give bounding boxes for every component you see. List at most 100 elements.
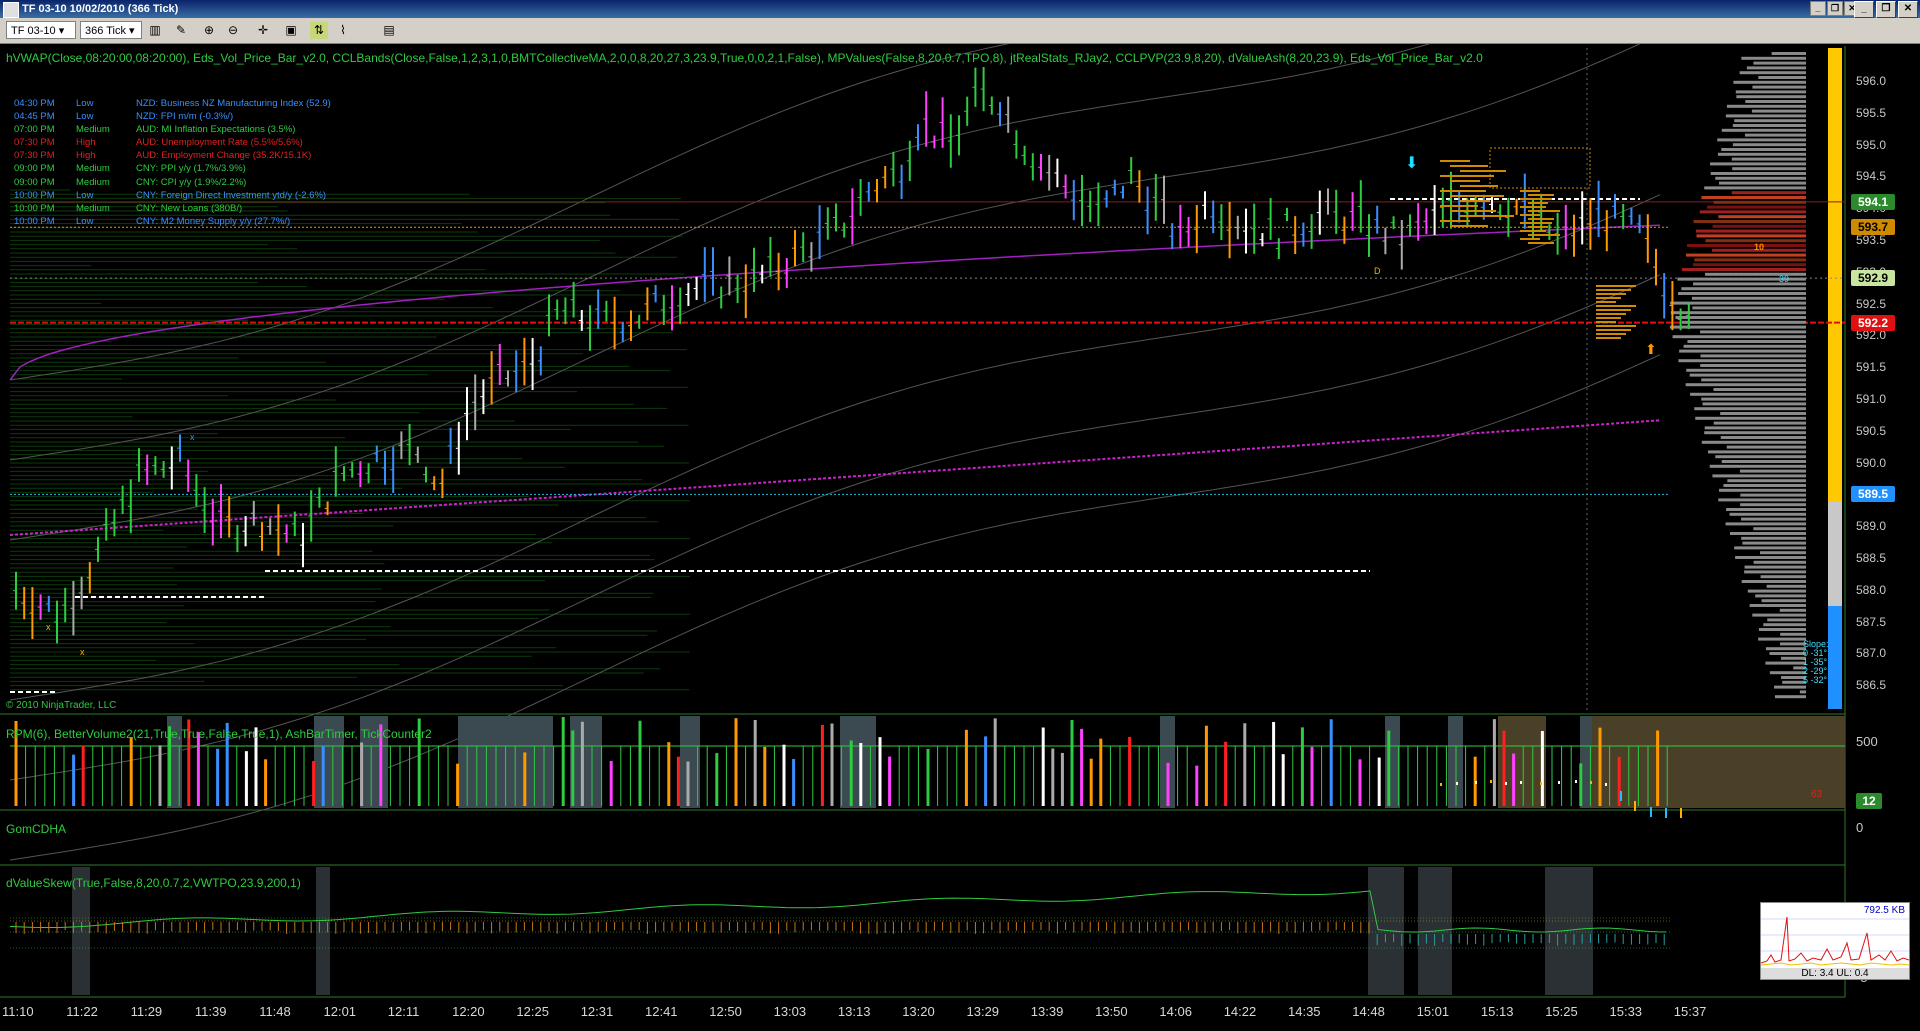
tpo-block bbox=[1596, 285, 1636, 287]
tpo-block bbox=[1596, 305, 1636, 307]
volume-at-price-bar bbox=[1683, 344, 1806, 348]
ccl-band bbox=[9, 194, 1661, 701]
news-event: CNY: PPI y/y (1.7%/3.9%) bbox=[136, 163, 246, 175]
volume-at-price-bar bbox=[1681, 268, 1806, 271]
volume-at-price-bar bbox=[1731, 191, 1806, 195]
time-axis-label: 12:41 bbox=[645, 1004, 678, 1019]
volume-at-price-bar bbox=[1753, 61, 1806, 65]
gom-dot bbox=[1540, 782, 1542, 785]
volume-tag: 12 bbox=[1856, 793, 1882, 809]
volume-at-price-bar bbox=[1740, 503, 1806, 507]
news-event: AUD: Unemployment Rate (5.5%/5.6%) bbox=[136, 137, 303, 149]
tpo-block bbox=[1450, 195, 1504, 197]
volume-at-price-bar bbox=[1775, 695, 1806, 699]
gom-dot bbox=[1558, 781, 1560, 784]
time-axis-label: 11:39 bbox=[194, 1004, 227, 1019]
volume-at-price-bar bbox=[1751, 109, 1806, 113]
restore-button[interactable]: ❐ bbox=[1876, 1, 1896, 18]
volume-at-price-bar bbox=[1726, 104, 1806, 108]
volume-at-price-bar bbox=[1717, 138, 1806, 142]
volume-at-price-bar bbox=[1685, 383, 1806, 387]
inner-minimize-button[interactable]: _ bbox=[1810, 1, 1826, 16]
chart-trader-icon[interactable]: ⇅ bbox=[310, 22, 328, 39]
volume-at-price-bar bbox=[1705, 272, 1806, 276]
d-marker: D bbox=[1374, 266, 1381, 276]
volume-at-price-bar bbox=[1725, 114, 1806, 118]
volume-at-price-bar bbox=[1704, 426, 1806, 430]
app-icon bbox=[3, 2, 19, 18]
copyright-text: © 2010 NinjaTrader, LLC bbox=[6, 700, 117, 711]
gom-dot bbox=[1680, 808, 1682, 818]
volume-at-price-bar bbox=[1713, 200, 1806, 204]
volume-at-price-bar bbox=[1749, 604, 1806, 607]
chart-toolbar: TF 03-10 ▾ 366 Tick ▾ ▥ ✎ ⊕ ⊖ ✛ ▣ ⇅ ⌇ ▤ bbox=[0, 18, 1920, 44]
volume-at-price-bar bbox=[1719, 488, 1806, 492]
chart-area[interactable]: ⬇ ⬆ hVWAP(Close,08:20:00,08:20:00), Eds_V… bbox=[0, 44, 1920, 1031]
network-status: DL: 3.4 UL: 0.4 bbox=[1761, 968, 1909, 979]
time-axis-label: 13:50 bbox=[1095, 1004, 1128, 1019]
tpo-block bbox=[1440, 175, 1494, 177]
news-time: 09:00 PM bbox=[14, 176, 55, 188]
range-bar-upper bbox=[1828, 48, 1842, 502]
gom-dot bbox=[1634, 801, 1636, 811]
tpo-block bbox=[1450, 165, 1488, 167]
volume-shade-block bbox=[680, 716, 700, 808]
x-marker-1: x bbox=[46, 622, 51, 632]
volume-at-price-bar bbox=[1758, 628, 1806, 631]
zoom-out-icon[interactable]: ⊖ bbox=[224, 22, 242, 39]
volume-at-price-bar bbox=[1675, 316, 1806, 319]
close-button[interactable]: ✕ bbox=[1898, 1, 1918, 18]
tpo-block bbox=[1520, 206, 1546, 208]
bar-type-icon[interactable]: ▥ bbox=[146, 22, 164, 39]
draw-tool-icon[interactable]: ✎ bbox=[172, 22, 190, 39]
volume-at-price-bar bbox=[1709, 464, 1806, 468]
volume-at-price-bar bbox=[1741, 517, 1806, 521]
volume-at-price-bar bbox=[1692, 263, 1806, 267]
tpo-block bbox=[1520, 230, 1546, 232]
ccl-band bbox=[9, 274, 1661, 781]
gom-dot bbox=[1505, 782, 1507, 785]
time-axis-label: 12:25 bbox=[516, 1004, 549, 1019]
instrument-selector[interactable]: TF 03-10 ▾ bbox=[6, 21, 76, 39]
indicators-icon[interactable]: ⌇ bbox=[334, 22, 352, 39]
time-axis-label: 14:48 bbox=[1352, 1004, 1385, 1019]
price-axis-label: 591.0 bbox=[1856, 392, 1887, 406]
tpo-block bbox=[1596, 329, 1631, 331]
volume-at-price-bar bbox=[1710, 162, 1806, 166]
tpo-block bbox=[1440, 220, 1470, 222]
minimize-button[interactable]: _ bbox=[1854, 1, 1874, 18]
skew-panel-indicators: dValueSkew(True,False,8,20,0.7,2,VWTPO,2… bbox=[6, 876, 301, 890]
period-selector[interactable]: 366 Tick ▾ bbox=[80, 21, 142, 39]
properties-icon[interactable]: ▣ bbox=[282, 22, 300, 39]
tpo-block bbox=[1450, 210, 1496, 212]
volume-at-price-bar bbox=[1732, 167, 1806, 171]
time-axis-label: 15:37 bbox=[1673, 1004, 1707, 1019]
time-axis-label: 14:22 bbox=[1223, 1004, 1257, 1019]
zoom-in-icon[interactable]: ⊕ bbox=[200, 22, 218, 39]
volume-at-price-bar bbox=[1745, 100, 1806, 103]
time-axis-label: 15:25 bbox=[1545, 1004, 1578, 1019]
tpo-block bbox=[1596, 293, 1626, 295]
tpo-block bbox=[1460, 200, 1490, 202]
volume-shade-block bbox=[1592, 716, 1845, 808]
volume-at-price-bar bbox=[1752, 85, 1806, 89]
tpo-block bbox=[1460, 215, 1514, 217]
volume-at-price-bar bbox=[1733, 80, 1806, 84]
volume-at-price-bar bbox=[1700, 364, 1806, 367]
volume-at-price-bar bbox=[1774, 685, 1806, 689]
gom-dot bbox=[1520, 781, 1522, 784]
volume-at-price-bar bbox=[1761, 599, 1806, 603]
news-event: CNY: Foreign Direct Investment ytd/y (-2… bbox=[136, 189, 327, 201]
volume-at-price-bar bbox=[1753, 560, 1806, 564]
volume-at-price-bar bbox=[1769, 652, 1806, 655]
volume-at-price-bar bbox=[1779, 608, 1806, 612]
price-tag: 592.2 bbox=[1851, 314, 1895, 331]
skew-shade-block bbox=[1545, 867, 1593, 995]
news-event: NZD: FPI m/m (-0.3%/) bbox=[136, 111, 234, 123]
news-impact: Low bbox=[76, 98, 94, 109]
inner-restore-button[interactable]: ❐ bbox=[1827, 1, 1843, 16]
strategies-icon[interactable]: ▤ bbox=[380, 22, 398, 39]
crosshair-icon[interactable]: ✛ bbox=[254, 22, 272, 39]
volume-at-price-bar bbox=[1690, 392, 1806, 396]
news-time: 10:00 PM bbox=[14, 202, 55, 214]
